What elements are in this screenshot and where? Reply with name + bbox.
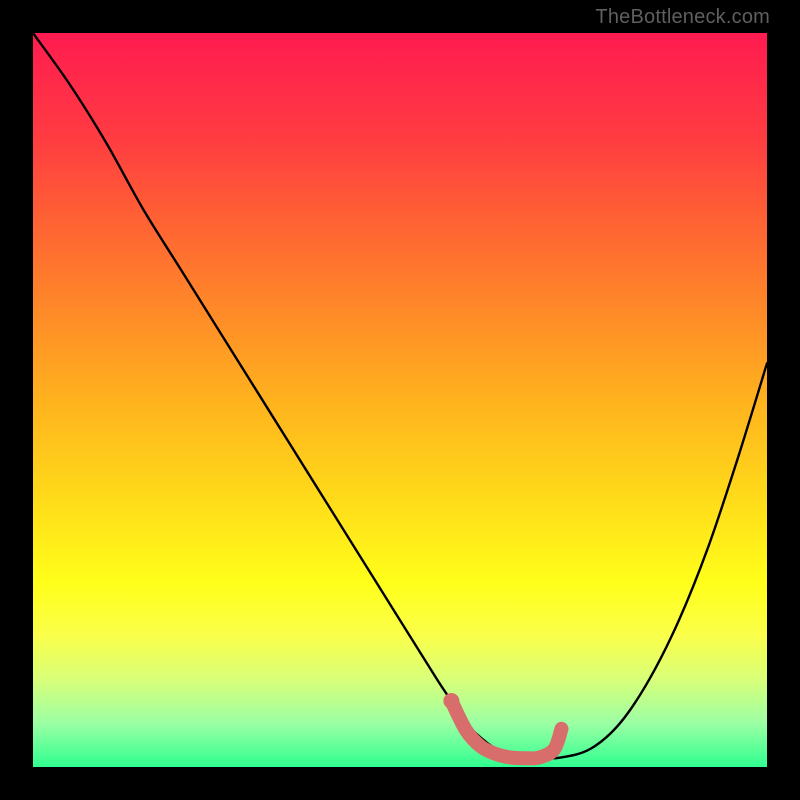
bottleneck-curve (33, 33, 767, 758)
credit-label: TheBottleneck.com (595, 6, 770, 29)
chart-overlay (33, 33, 767, 767)
frame: TheBottleneck.com (0, 0, 800, 800)
optimal-range-start-dot (443, 693, 459, 709)
optimal-range-highlight (451, 701, 561, 758)
